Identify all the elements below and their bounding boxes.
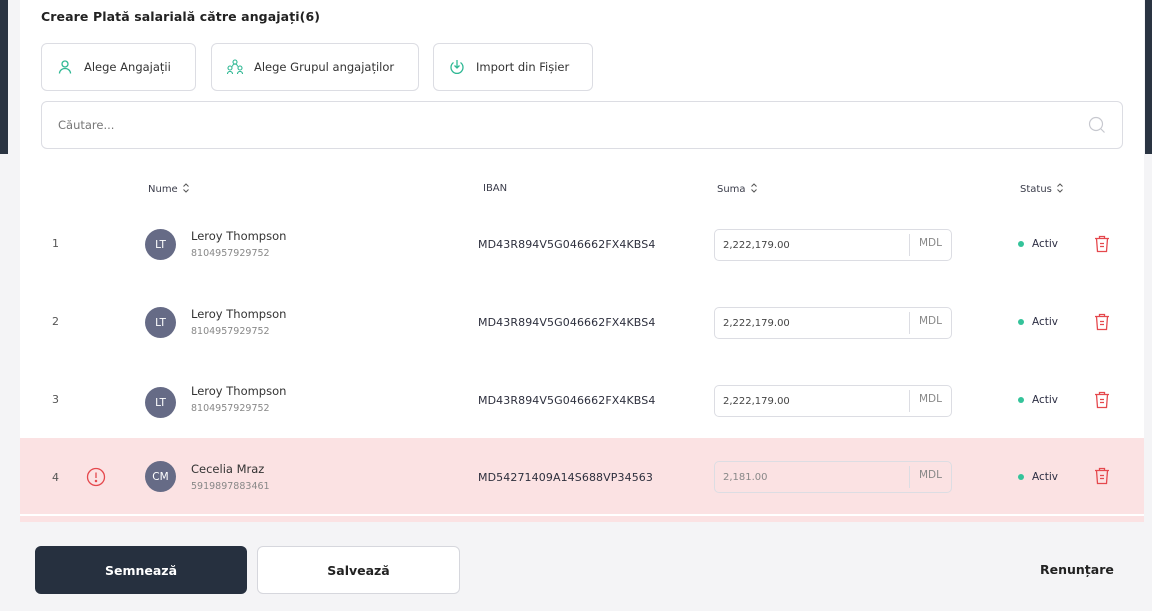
currency-label: MDL	[909, 466, 951, 488]
column-amount-label: Suma	[717, 184, 746, 195]
amount-input[interactable]	[715, 395, 910, 407]
status-dot-icon	[1018, 397, 1024, 403]
amount-field[interactable]: MDL	[714, 307, 952, 339]
status-badge: Activ	[1018, 238, 1058, 250]
choose-group-button[interactable]: Alege Grupul angajaților	[211, 43, 419, 91]
trash-icon[interactable]	[1093, 234, 1111, 254]
sort-icon[interactable]	[750, 183, 758, 196]
employee-id: 8104957929752	[191, 403, 270, 414]
cancel-button[interactable]: Renunțare	[1040, 562, 1114, 577]
group-icon	[226, 58, 244, 76]
amount-input[interactable]	[715, 471, 910, 483]
download-icon	[448, 58, 466, 76]
currency-label: MDL	[909, 312, 951, 334]
sign-button[interactable]: Semnează	[35, 546, 247, 594]
amount-field[interactable]: MDL	[714, 461, 952, 493]
user-icon	[56, 58, 74, 76]
table-row-error: 4 CM Cecelia Mraz 5919897883461 MD542714…	[20, 438, 1144, 514]
choose-employees-label: Alege Angajații	[84, 60, 171, 74]
page-title: Creare Plată salarială către angajați(6)	[41, 9, 321, 24]
amount-input[interactable]	[715, 239, 910, 251]
employee-name: Leroy Thompson	[191, 307, 287, 321]
status-badge: Activ	[1018, 316, 1058, 328]
column-iban-label: IBAN	[483, 183, 508, 194]
currency-label: MDL	[909, 390, 951, 412]
status-text: Activ	[1032, 316, 1059, 328]
status-dot-icon	[1018, 241, 1024, 247]
footer-bar: Semnează Salvează Renunțare	[0, 522, 1152, 611]
employee-name: Leroy Thompson	[191, 384, 287, 398]
employee-id: 8104957929752	[191, 326, 270, 337]
currency-label: MDL	[909, 234, 951, 256]
row-index: 3	[52, 393, 59, 406]
status-text: Activ	[1032, 394, 1059, 406]
choose-group-label: Alege Grupul angajaților	[254, 60, 395, 74]
search-icon[interactable]	[1088, 116, 1106, 134]
iban-value: MD43R894V5G046662FX4KBS4	[478, 238, 656, 251]
amount-field[interactable]: MDL	[714, 385, 952, 417]
choose-employees-button[interactable]: Alege Angajații	[41, 43, 196, 91]
amount-field[interactable]: MDL	[714, 229, 952, 261]
sort-icon[interactable]	[1056, 183, 1064, 196]
table-row: 2 LT Leroy Thompson 8104957929752 MD43R8…	[20, 282, 1144, 358]
column-header-status[interactable]: Status	[1020, 183, 1064, 196]
background-sidebar-edge	[0, 0, 8, 154]
column-header-iban: IBAN	[483, 183, 507, 194]
iban-value: MD43R894V5G046662FX4KBS4	[478, 394, 656, 407]
amount-input[interactable]	[715, 317, 910, 329]
background-right-edge	[1145, 0, 1152, 154]
iban-value: MD54271409A14S688VP34563	[478, 471, 653, 484]
avatar: LT	[145, 387, 176, 418]
column-header-name[interactable]: Nume	[148, 183, 190, 196]
save-button[interactable]: Salvează	[257, 546, 460, 594]
status-badge: Activ	[1018, 394, 1058, 406]
employee-id: 8104957929752	[191, 248, 270, 259]
table-row: 1 LT Leroy Thompson 8104957929752 MD43R8…	[20, 205, 1144, 281]
import-file-button[interactable]: Import din Fișier	[433, 43, 593, 91]
trash-icon[interactable]	[1093, 312, 1111, 332]
employee-name: Cecelia Mraz	[191, 462, 265, 476]
status-dot-icon	[1018, 319, 1024, 325]
sort-icon[interactable]	[182, 183, 190, 196]
status-badge: Activ	[1018, 471, 1058, 483]
avatar: CM	[145, 461, 176, 492]
import-file-label: Import din Fișier	[476, 60, 570, 74]
avatar: LT	[145, 307, 176, 338]
row-index: 4	[52, 471, 59, 484]
table-row: 3 LT Leroy Thompson 8104957929752 MD43R8…	[20, 360, 1144, 436]
status-text: Activ	[1032, 238, 1059, 250]
search-input[interactable]	[42, 102, 1042, 148]
employee-id: 5919897883461	[191, 481, 270, 492]
column-status-label: Status	[1020, 184, 1052, 195]
row-index: 2	[52, 315, 59, 328]
payment-panel: Creare Plată salarială către angajați(6)…	[20, 0, 1144, 522]
column-name-label: Nume	[148, 184, 178, 195]
employee-name: Leroy Thompson	[191, 229, 287, 243]
row-index: 1	[52, 237, 59, 250]
column-header-amount[interactable]: Suma	[717, 183, 758, 196]
search-field[interactable]	[41, 101, 1123, 149]
status-text: Activ	[1032, 471, 1059, 483]
iban-value: MD43R894V5G046662FX4KBS4	[478, 316, 656, 329]
avatar: LT	[145, 229, 176, 260]
error-icon[interactable]	[86, 467, 106, 487]
status-dot-icon	[1018, 474, 1024, 480]
trash-icon[interactable]	[1093, 390, 1111, 410]
trash-icon[interactable]	[1093, 466, 1111, 486]
